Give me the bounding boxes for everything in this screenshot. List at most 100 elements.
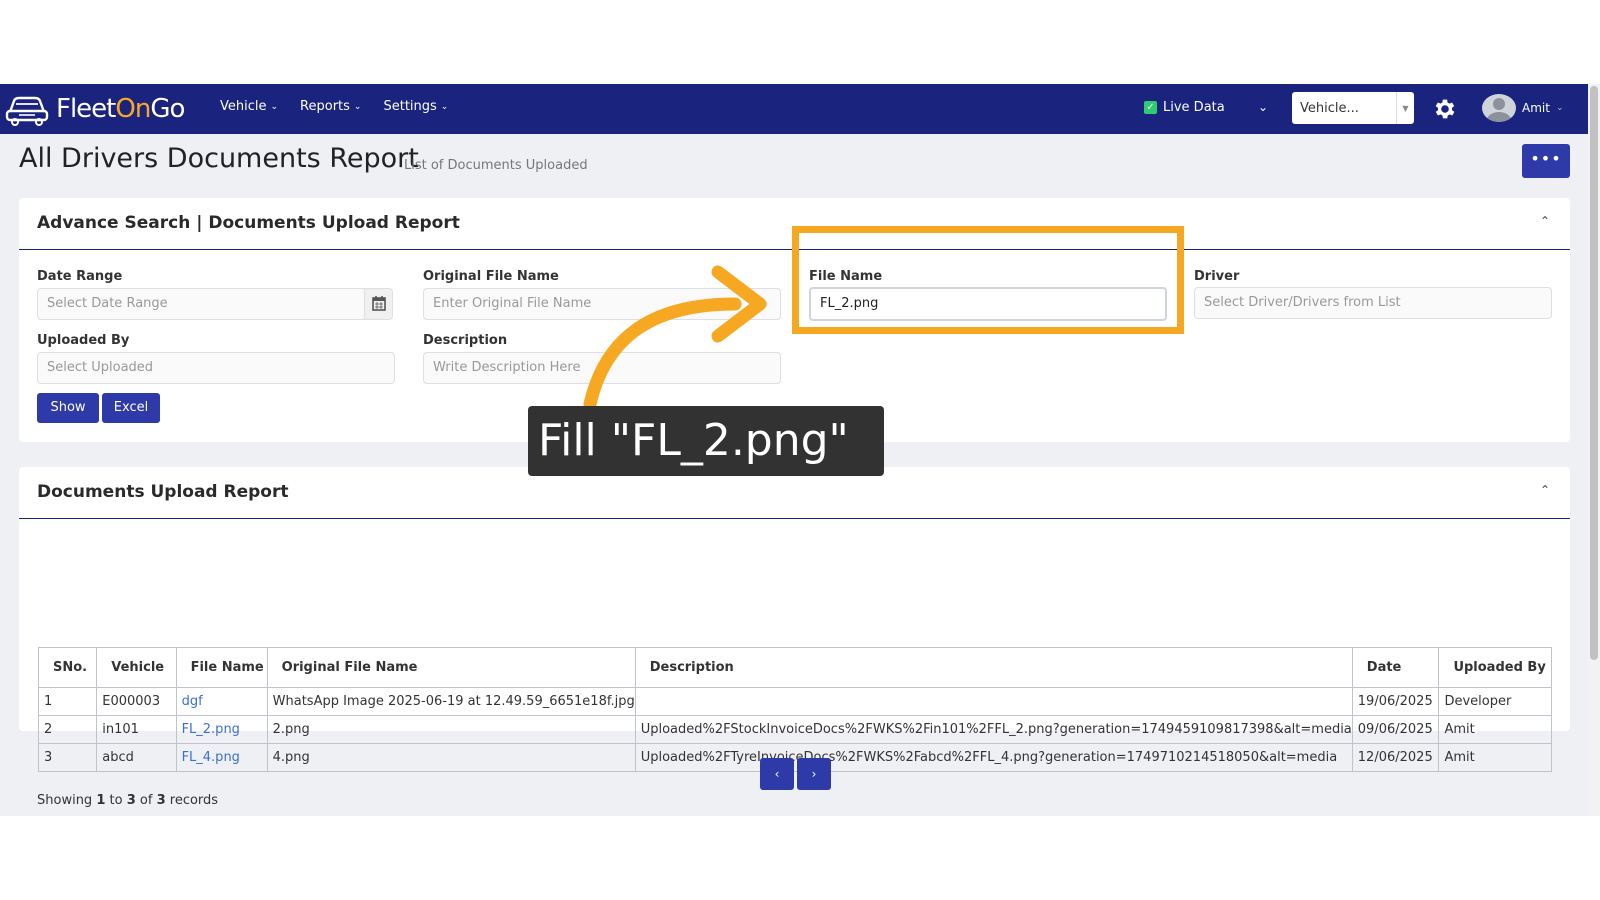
column-header-sno[interactable]: SNo. <box>37 647 98 688</box>
cell-vehicle: in101 <box>96 715 177 744</box>
chevron-up-icon[interactable]: ⌃ <box>1540 483 1550 497</box>
instruction-callout: Fill "FL_2.png" <box>528 406 884 476</box>
showing-from: 1 <box>96 793 106 808</box>
main-menu: Vehicle ⌄ Reports ⌄ Settings ⌄ <box>220 99 448 114</box>
column-header-date[interactable]: Date <box>1351 647 1440 688</box>
chevron-down-icon: ⌄ <box>1555 103 1564 113</box>
documents-report-title: Documents Upload Report <box>37 482 289 502</box>
page-title: All Drivers Documents Report <box>19 143 419 174</box>
table-row: 2 in101 FL_2.png 2.png Uploaded%2FStockI… <box>37 715 1552 744</box>
driver-select[interactable]: Select Driver/Drivers from List <box>1194 287 1552 319</box>
showing-suffix: records <box>169 793 219 808</box>
calendar-button[interactable] <box>365 288 393 320</box>
calendar-icon <box>372 296 386 311</box>
column-header-uploaded-by[interactable]: Uploaded By <box>1438 647 1552 688</box>
cell-uploaded-by: Amit <box>1438 743 1552 772</box>
excel-button[interactable]: Excel <box>102 393 160 423</box>
avatar <box>1482 94 1516 122</box>
chevron-down-icon: ⌄ <box>270 101 279 112</box>
gear-icon[interactable] <box>1432 96 1458 122</box>
cell-description: Uploaded%2FTyreInvoiceDocs%2FWKS%2Fabcd%… <box>634 743 1353 772</box>
app-viewport: FleetOnGo Vehicle ⌄ Reports ⌄ Settings ⌄ ✓ … <box>0 84 1588 816</box>
date-range-label: Date Range <box>37 269 123 284</box>
cell-vehicle: abcd <box>96 743 177 772</box>
original-file-name-label: Original File Name <box>423 269 559 284</box>
next-page-button[interactable]: › <box>797 758 831 790</box>
cell-sno: 1 <box>37 687 98 716</box>
showing-total: 3 <box>156 793 166 808</box>
advance-search-title: Advance Search | Documents Upload Report <box>37 213 460 233</box>
page-subtitle: List of Documents Uploaded <box>404 158 588 173</box>
cell-file-name: dgf <box>175 687 268 716</box>
cell-date: 12/06/2025 <box>1351 743 1440 772</box>
checkbox-checked-icon[interactable]: ✓ <box>1144 101 1157 114</box>
cell-date: 19/06/2025 <box>1351 687 1440 716</box>
file-link[interactable]: dgf <box>182 694 203 709</box>
logo-on-text: On <box>115 94 151 124</box>
nav-reports-label: Reports <box>300 99 350 114</box>
column-header-description[interactable]: Description <box>634 647 1353 688</box>
live-data-dropdown-chevron-icon[interactable]: ⌄ <box>1258 100 1268 114</box>
table-header-row: SNo. Vehicle File Name Original File Nam… <box>37 647 1552 688</box>
nav-vehicle-label: Vehicle <box>220 99 267 114</box>
live-data-label: Live Data <box>1163 100 1225 115</box>
uploaded-by-label: Uploaded By <box>37 333 130 348</box>
scrollbar-thumb[interactable] <box>1590 86 1598 660</box>
showing-to: 3 <box>126 793 136 808</box>
cell-file-name: FL_2.png <box>175 715 268 744</box>
cell-original-file-name: 4.png <box>266 743 636 772</box>
cell-date: 09/06/2025 <box>1351 715 1440 744</box>
file-link[interactable]: FL_2.png <box>182 722 240 737</box>
vehicle-select-value: Vehicle... <box>1300 100 1359 116</box>
column-header-original-file-name[interactable]: Original File Name <box>266 647 636 688</box>
column-header-vehicle[interactable]: Vehicle <box>96 647 177 688</box>
nav-settings-label: Settings <box>383 99 437 114</box>
vertical-scrollbar[interactable] <box>1588 84 1600 816</box>
show-button[interactable]: Show <box>37 393 99 423</box>
cell-uploaded-by: Developer <box>1438 687 1552 716</box>
column-header-file-name[interactable]: File Name <box>175 647 268 688</box>
records-summary: Showing 1 to 3 of 3 records <box>37 793 218 808</box>
cell-description: Uploaded%2FStockInvoiceDocs%2FWKS%2Fin10… <box>634 715 1353 744</box>
dropdown-arrow-icon[interactable]: ▼ <box>1396 92 1414 124</box>
user-menu[interactable]: Amit ⌄ <box>1482 94 1563 122</box>
cell-original-file-name: WhatsApp Image 2025-06-19 at 12.49.59_66… <box>266 687 636 716</box>
documents-table: SNo. Vehicle File Name Original File Nam… <box>37 647 1552 772</box>
highlight-box <box>792 226 1184 334</box>
chevron-down-icon: ⌄ <box>353 101 362 112</box>
cell-description <box>634 687 1353 716</box>
logo-wordmark: FleetOnGo <box>56 94 185 124</box>
cell-vehicle: E000003 <box>96 687 177 716</box>
file-link[interactable]: FL_4.png <box>182 750 240 765</box>
vehicle-select[interactable]: Vehicle... ▼ <box>1292 92 1414 124</box>
showing-to-word: to <box>109 793 123 808</box>
car-logo-icon <box>5 96 49 126</box>
description-label: Description <box>423 333 508 348</box>
more-options-button[interactable]: ••• <box>1522 144 1570 178</box>
date-range-input[interactable]: Select Date Range <box>37 288 365 320</box>
live-data-toggle[interactable]: ✓ Live Data <box>1144 100 1225 115</box>
logo-go-text: Go <box>150 94 185 124</box>
documents-report-panel: Documents Upload Report ⌃ SNo. Vehicle F… <box>19 467 1570 808</box>
uploaded-by-select[interactable]: Select Uploaded <box>37 352 395 384</box>
logo-fleet-text: Fleet <box>56 94 116 124</box>
chevron-up-icon[interactable]: ⌃ <box>1540 214 1550 228</box>
user-name: Amit <box>1522 101 1550 115</box>
showing-of-word: of <box>139 793 153 808</box>
table-row: 3 abcd FL_4.png 4.png Uploaded%2FTyreInv… <box>37 743 1552 772</box>
nav-reports-menu[interactable]: Reports ⌄ <box>300 99 361 114</box>
cell-sno: 2 <box>37 715 98 744</box>
driver-label: Driver <box>1194 269 1240 284</box>
cell-sno: 3 <box>37 743 98 772</box>
nav-vehicle-menu[interactable]: Vehicle ⌄ <box>220 99 278 114</box>
nav-settings-menu[interactable]: Settings ⌄ <box>383 99 448 114</box>
top-navbar: FleetOnGo Vehicle ⌄ Reports ⌄ Settings ⌄ ✓ … <box>0 84 1588 134</box>
fleetongo-logo[interactable]: FleetOnGo <box>4 90 185 128</box>
showing-prefix: Showing <box>37 793 93 808</box>
cell-file-name: FL_4.png <box>175 743 268 772</box>
cell-uploaded-by: Amit <box>1438 715 1552 744</box>
curved-arrow-icon <box>583 265 767 411</box>
chevron-down-icon: ⌄ <box>440 101 449 112</box>
previous-page-button[interactable]: ‹ <box>760 758 794 790</box>
table-row: 1 E000003 dgf WhatsApp Image 2025-06-19 … <box>37 687 1552 716</box>
